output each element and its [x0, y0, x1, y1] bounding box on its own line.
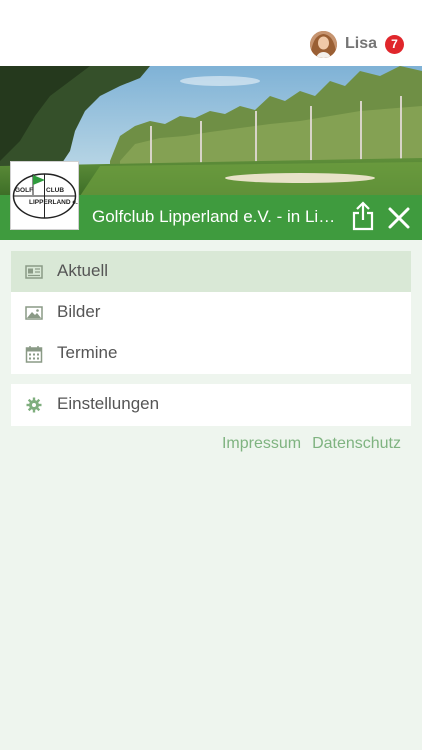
menu-item-label: Aktuell — [57, 261, 109, 280]
menu-item-label: Einstellungen — [57, 394, 160, 413]
svg-text:GOLF: GOLF — [15, 187, 33, 194]
menu-item-termine[interactable]: Termine — [11, 333, 411, 374]
menu-item-aktuell[interactable]: Aktuell — [11, 251, 411, 292]
share-button[interactable] — [350, 201, 376, 231]
navigation-menu: Aktuell Bilder Termine — [11, 251, 411, 374]
club-logo: GOLF CLUB LIPPERLAND e.V. — [10, 161, 83, 230]
impressum-link[interactable]: Impressum — [222, 435, 301, 453]
image-icon — [25, 304, 43, 322]
share-icon — [352, 201, 374, 231]
avatar[interactable] — [309, 30, 337, 58]
menu-item-label: Termine — [57, 343, 118, 362]
calendar-icon — [25, 345, 43, 363]
user-name[interactable]: Lisa — [345, 35, 377, 53]
close-icon — [388, 207, 410, 229]
datenschutz-link[interactable]: Datenschutz — [312, 435, 401, 453]
footer-links: Impressum Datenschutz — [222, 435, 401, 453]
club-title: Golfclub Lipperland e.V. - in Lippe... — [92, 207, 342, 226]
menu-item-bilder[interactable]: Bilder — [11, 292, 411, 333]
svg-text:LIPPERLAND e.V.: LIPPERLAND e.V. — [29, 199, 78, 206]
close-button[interactable] — [387, 206, 411, 230]
user-profile[interactable]: Lisa 7 — [309, 30, 404, 58]
svg-text:CLUB: CLUB — [46, 187, 64, 194]
settings-menu: Einstellungen — [11, 384, 411, 426]
top-bar: Lisa 7 — [0, 0, 422, 66]
notification-badge[interactable]: 7 — [385, 34, 404, 54]
newspaper-icon — [25, 263, 43, 281]
menu-item-einstellungen[interactable]: Einstellungen — [11, 384, 411, 425]
menu-item-label: Bilder — [57, 302, 101, 321]
gear-icon — [25, 396, 43, 414]
